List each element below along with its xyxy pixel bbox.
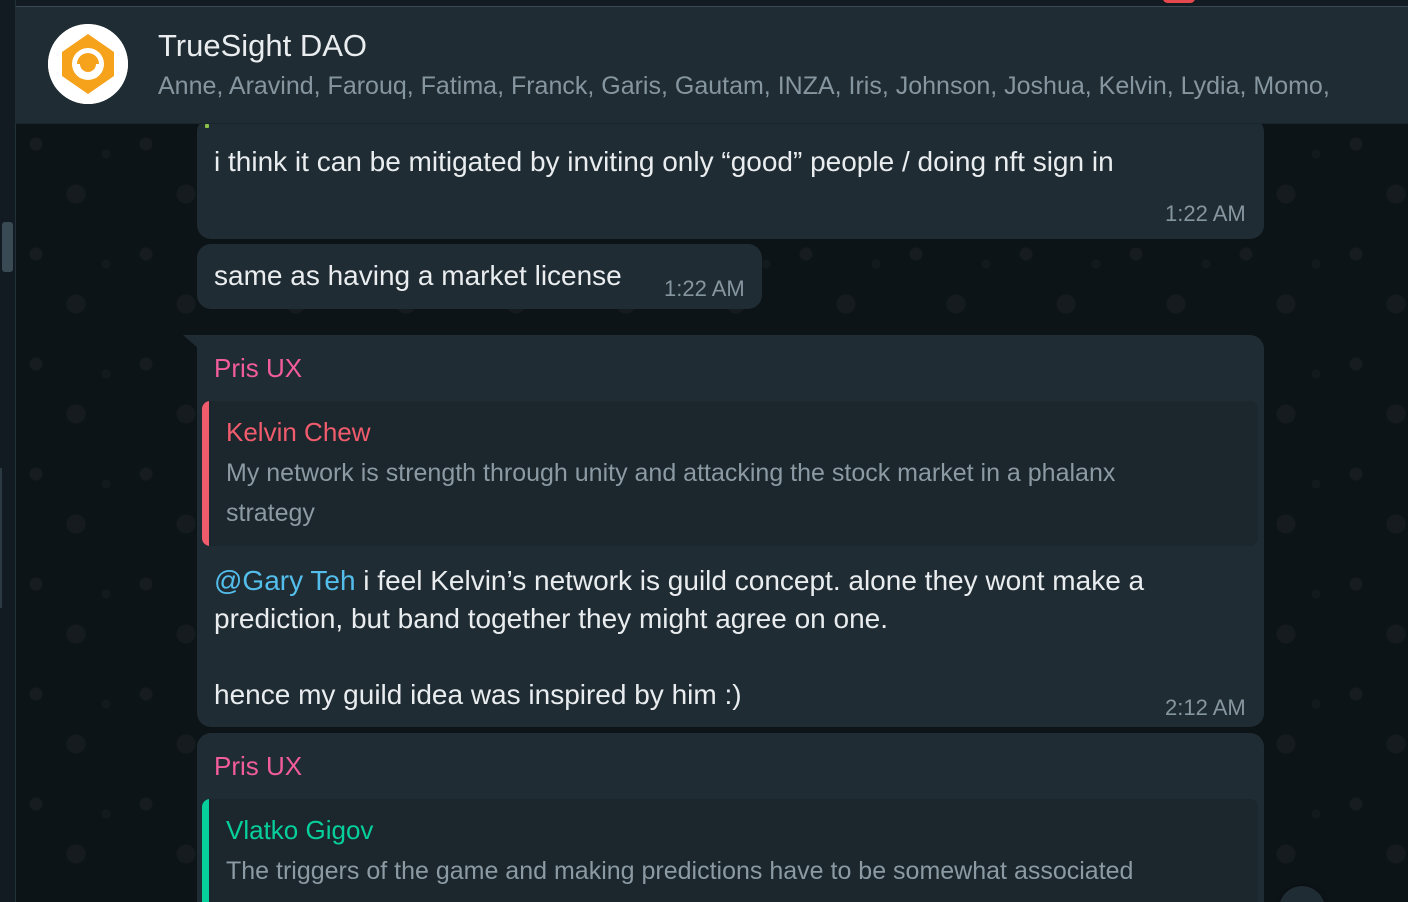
chat-header[interactable]: TrueSight DAO Anne, Aravind, Farouq, Fat… bbox=[15, 7, 1408, 124]
left-rail-divider bbox=[0, 468, 2, 608]
message-text-line: hence my guild idea was inspired by him … bbox=[214, 679, 742, 710]
truesight-logo-icon[interactable] bbox=[48, 24, 128, 104]
message-text: i think it can be mitigated by inviting … bbox=[214, 146, 1114, 177]
message-time: 1:22 AM bbox=[664, 276, 745, 301]
left-scrollbar-thumb[interactable] bbox=[2, 222, 13, 272]
sender-name[interactable]: Pris UX bbox=[214, 353, 302, 384]
message-bubble[interactable]: same as having a market license 1:22 AM bbox=[197, 244, 762, 309]
notification-indicator bbox=[1163, 0, 1195, 3]
quote-bar bbox=[202, 799, 209, 902]
quote-bar bbox=[202, 401, 209, 546]
message-text-line: @Gary Teh i feel Kelvin’s network is gui… bbox=[214, 565, 1144, 597]
message-time: 2:12 AM bbox=[1165, 695, 1246, 720]
message-bubble[interactable]: Pris UX Kelvin Chew My network is streng… bbox=[197, 335, 1264, 727]
window-top-strip bbox=[0, 0, 1408, 7]
sender-name[interactable]: Pris UX bbox=[214, 751, 302, 782]
quote-author: Kelvin Chew bbox=[226, 417, 371, 447]
quote-author: Vlatko Gigov bbox=[226, 815, 374, 845]
quote-text-line: The triggers of the game and making pred… bbox=[226, 857, 1134, 885]
mention-link[interactable]: @Gary Teh bbox=[214, 565, 356, 596]
reply-accent-mark bbox=[205, 124, 209, 128]
left-scroll-rail bbox=[0, 0, 16, 902]
message-text: same as having a market license bbox=[214, 260, 622, 291]
message-text-fragment: i feel Kelvin’s network is guild concept… bbox=[355, 565, 1145, 596]
quote-text-line: My network is strength through unity and… bbox=[226, 459, 1116, 487]
message-text-line: prediction, but band together they might… bbox=[214, 603, 889, 634]
quoted-message[interactable]: Vlatko Gigov The triggers of the game an… bbox=[202, 799, 1258, 902]
chat-window: TrueSight DAO Anne, Aravind, Farouq, Fat… bbox=[0, 0, 1408, 902]
chat-title: TrueSight DAO bbox=[158, 28, 368, 63]
quoted-message[interactable]: Kelvin Chew My network is strength throu… bbox=[202, 401, 1258, 546]
quote-text-line: strategy bbox=[226, 499, 315, 527]
message-time: 1:22 AM bbox=[1165, 201, 1246, 226]
chat-members: Anne, Aravind, Farouq, Fatima, Franck, G… bbox=[158, 72, 1330, 100]
message-bubble[interactable]: Pris UX Vlatko Gigov The triggers of the… bbox=[197, 733, 1264, 902]
message-area: i think it can be mitigated by inviting … bbox=[16, 124, 1408, 902]
message-bubble[interactable]: i think it can be mitigated by inviting … bbox=[197, 124, 1264, 239]
